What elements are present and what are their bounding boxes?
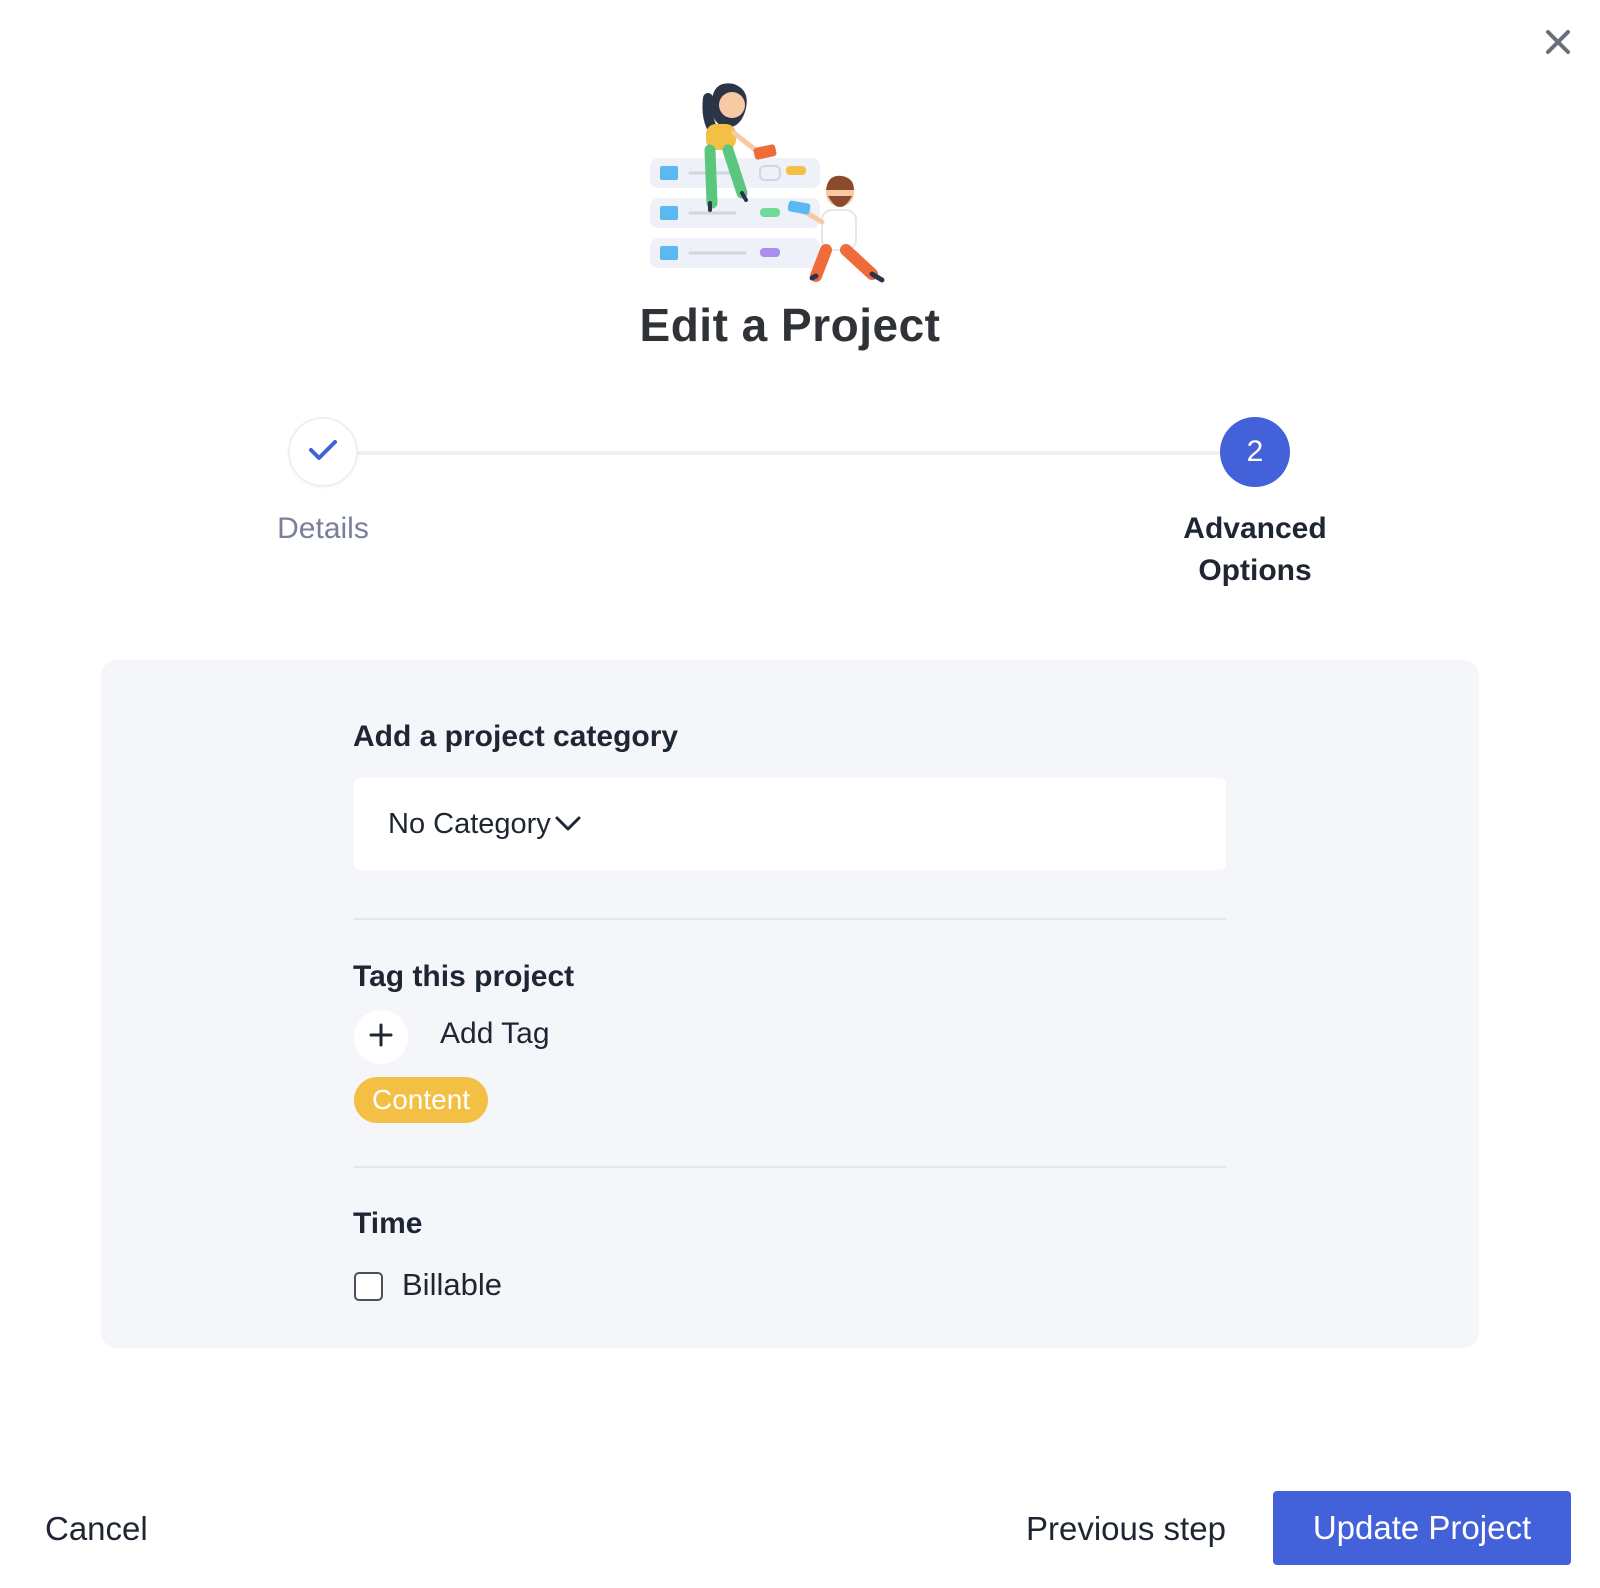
category-section-title: Add a project category xyxy=(353,720,679,753)
check-icon xyxy=(308,438,338,467)
update-project-button[interactable]: Update Project xyxy=(1273,1491,1571,1565)
stepper-track xyxy=(355,451,1223,455)
step-details-marker[interactable] xyxy=(288,417,358,487)
billable-label[interactable]: Billable xyxy=(402,1267,502,1303)
step-advanced-label: Advanced Options xyxy=(1183,512,1327,587)
add-tag-label[interactable]: Add Tag xyxy=(440,1017,550,1051)
section-divider xyxy=(354,918,1226,920)
cancel-button[interactable]: Cancel xyxy=(45,1510,148,1548)
billable-checkbox[interactable] xyxy=(354,1272,383,1301)
project-team-illustration xyxy=(650,78,910,298)
previous-step-button[interactable]: Previous step xyxy=(1026,1510,1226,1548)
step-details-label[interactable]: Details xyxy=(243,508,403,550)
tags-section-title: Tag this project xyxy=(353,960,575,993)
step-advanced-marker: 2 xyxy=(1220,417,1290,487)
section-divider xyxy=(354,1166,1226,1168)
add-tag-button[interactable] xyxy=(354,1010,408,1064)
plus-icon xyxy=(369,1023,393,1052)
tag-chip-content[interactable]: Content xyxy=(354,1077,489,1123)
category-select[interactable]: No Category xyxy=(354,778,1226,870)
close-button[interactable] xyxy=(1538,24,1578,64)
time-section-title: Time xyxy=(353,1207,423,1240)
page-title: Edit a Project xyxy=(639,299,941,351)
category-select-value: No Category xyxy=(388,807,551,840)
chevron-down-icon xyxy=(553,813,583,838)
advanced-options-panel xyxy=(101,660,1479,1348)
close-icon xyxy=(1545,29,1571,60)
